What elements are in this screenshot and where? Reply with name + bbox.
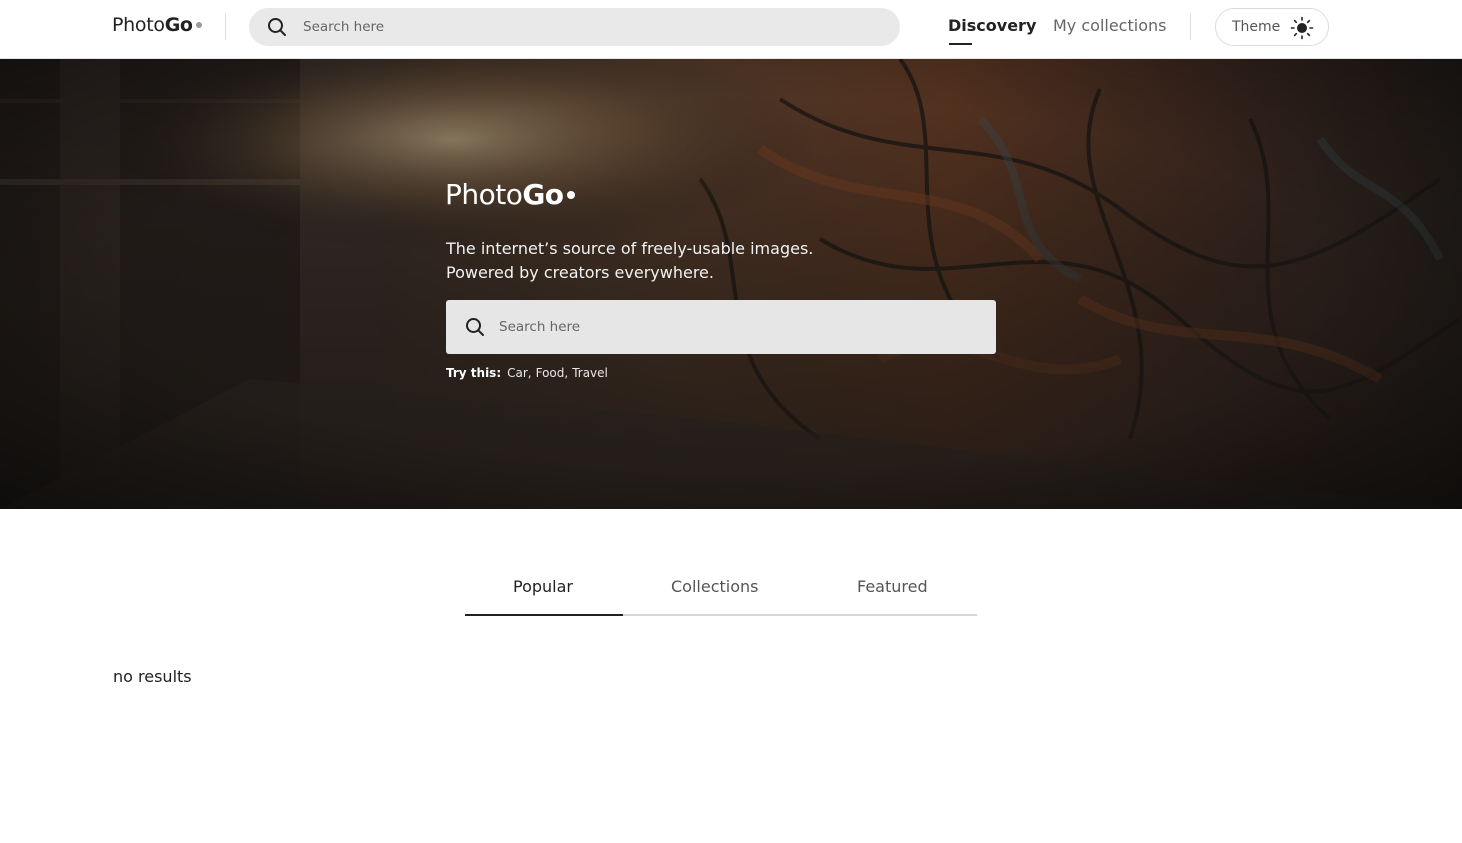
- empty-results-message: no results: [113, 667, 192, 686]
- tab-active-indicator: [465, 614, 623, 616]
- hero-search-bar[interactable]: [446, 300, 996, 354]
- hero-banner: Photo Go The internet’s source of freely-…: [0, 59, 1462, 509]
- tagline-line-2: Powered by creators everywhere.: [446, 263, 714, 282]
- search-icon: [466, 318, 484, 336]
- nav-discovery[interactable]: Discovery: [948, 16, 1036, 35]
- theme-toggle-button[interactable]: Theme: [1215, 8, 1329, 46]
- tab-collections[interactable]: Collections: [671, 577, 758, 596]
- logo-text-light: Photo: [112, 14, 165, 36]
- sun-icon: [1290, 16, 1314, 40]
- hero-tagline: The internet’s source of freely-usable i…: [446, 237, 866, 285]
- header-search-bar[interactable]: [249, 8, 900, 46]
- content-tabs: Popular Collections Featured: [465, 563, 977, 616]
- tagline-line-1: The internet’s source of freely-usable i…: [446, 239, 814, 258]
- suggestion-travel[interactable]: Travel: [572, 366, 608, 380]
- suggestion-list: Car, Food, Travel: [507, 366, 608, 380]
- header-search-input[interactable]: [303, 8, 883, 46]
- search-icon: [268, 18, 286, 36]
- hero-search-input[interactable]: [499, 300, 979, 354]
- tab-popular[interactable]: Popular: [513, 577, 573, 596]
- suggestion-car[interactable]: Car,: [507, 366, 531, 380]
- theme-label: Theme: [1232, 19, 1281, 35]
- top-header: PhotoGo Discovery My collections Theme: [0, 0, 1462, 59]
- logo-dot: [195, 22, 202, 28]
- hero-logo: Photo Go: [445, 178, 576, 211]
- hero-logo-text-light: Photo: [445, 178, 523, 211]
- try-this-label: Try this:: [446, 366, 502, 380]
- header-logo[interactable]: Photo Go: [112, 14, 202, 40]
- nav-active-indicator: [949, 43, 972, 45]
- search-suggestions: Try this: Car, Food, Travel: [446, 366, 608, 380]
- hero-logo-dot: [567, 191, 576, 199]
- suggestion-food[interactable]: Food,: [536, 366, 569, 380]
- header-divider: [225, 14, 226, 40]
- logo-text-bold: Go: [164, 14, 193, 36]
- hero-logo-text-bold: Go: [522, 178, 564, 211]
- nav-my-collections[interactable]: My collections: [1053, 16, 1166, 35]
- tab-featured[interactable]: Featured: [857, 577, 928, 596]
- nav-divider: [1190, 14, 1191, 40]
